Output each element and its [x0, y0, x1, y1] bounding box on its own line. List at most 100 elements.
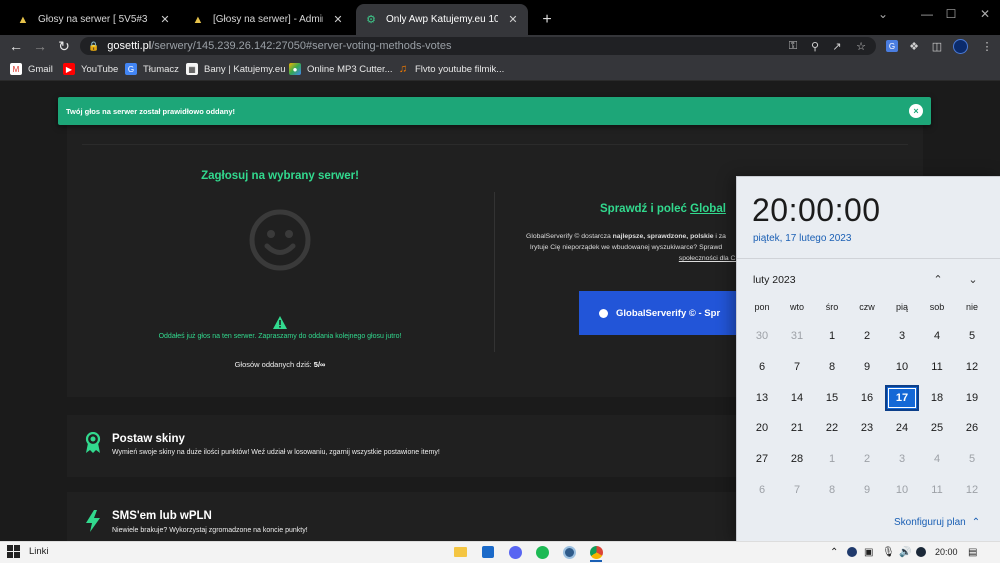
bookmark-bany[interactable]: ▦ Bany | Katujemy.eu [186, 62, 286, 76]
volume-icon[interactable]: 🔊 [899, 545, 911, 559]
calendar-day-today[interactable]: 17 [885, 385, 919, 411]
calendar-day[interactable]: 9 [850, 354, 884, 380]
calendar-month[interactable]: luty 2023 [753, 274, 796, 286]
calendar-day[interactable]: 11 [920, 477, 954, 503]
calendar-day[interactable]: 23 [850, 415, 884, 441]
mp3-cutter-icon: ● [289, 63, 301, 75]
address-bar[interactable]: 🔒 gosetti.pl /serwery/145.239.26.142:270… [80, 37, 876, 55]
calendar-day[interactable]: 26 [955, 415, 989, 441]
share-icon[interactable]: ↗ [828, 37, 846, 55]
windows-start-icon[interactable] [7, 545, 20, 558]
configure-plan-link[interactable]: Skonfiguruj plan ⌃ [894, 517, 980, 528]
votes-today-label: Głosów oddanych dziś: [234, 360, 312, 369]
calendar-day[interactable]: 1 [815, 323, 849, 349]
calendar-day[interactable]: 1 [815, 446, 849, 472]
reload-icon[interactable]: ↻ [54, 36, 74, 56]
ms-store-icon[interactable] [480, 544, 496, 560]
calendar-day[interactable]: 24 [885, 415, 919, 441]
bookmark-translate[interactable]: G Tłumacz [125, 62, 179, 76]
steam-tray-icon[interactable] [916, 545, 926, 559]
calendar-day[interactable]: 15 [815, 385, 849, 411]
browser-tab-2[interactable]: ▲ [Głosy na serwer] - Administracja ✕ [183, 4, 353, 35]
profile-avatar[interactable] [951, 37, 969, 55]
chevron-up-icon[interactable]: ⌃ [929, 270, 947, 288]
bell-icon: ▲ [17, 13, 29, 26]
calendar-day[interactable]: 2 [850, 323, 884, 349]
calendar-day[interactable]: 30 [745, 323, 779, 349]
calendar-day[interactable]: 2 [850, 446, 884, 472]
calendar-day[interactable]: 27 [745, 446, 779, 472]
bookmark-youtube[interactable]: ▶ YouTube [63, 62, 118, 76]
calendar-day[interactable]: 31 [780, 323, 814, 349]
calendar-day[interactable]: 14 [780, 385, 814, 411]
calendar-day[interactable]: 13 [745, 385, 779, 411]
calendar-day[interactable]: 5 [955, 446, 989, 472]
bookmark-mp3cutter[interactable]: ● Online MP3 Cutter... [289, 62, 393, 76]
bookmark-gmail[interactable]: M Gmail [10, 62, 53, 76]
calendar-day[interactable]: 12 [955, 477, 989, 503]
chevron-up-icon[interactable]: ⌃ [830, 545, 838, 559]
steam-like-icon[interactable] [561, 544, 577, 560]
success-alert: Twój głos na serwer został prawidłowo od… [58, 97, 931, 125]
discord-icon[interactable] [507, 544, 523, 560]
photo-tray-icon[interactable]: ▣ [864, 545, 873, 559]
chrome-icon[interactable] [588, 544, 604, 560]
forward-icon[interactable]: → [30, 36, 50, 56]
calendar-day[interactable]: 6 [745, 477, 779, 503]
extensions-icon[interactable]: ❖ [905, 37, 923, 55]
calendar-day[interactable]: 8 [815, 477, 849, 503]
calendar-day[interactable]: 16 [850, 385, 884, 411]
calendar-day[interactable]: 10 [885, 354, 919, 380]
links-toolbar-label[interactable]: Linki [29, 546, 49, 557]
calendar-day[interactable]: 20 [745, 415, 779, 441]
globalserverify-button[interactable]: GlobalServerify © - Spr [579, 291, 749, 335]
close-icon[interactable]: × [909, 104, 923, 118]
calendar-day[interactable]: 7 [780, 477, 814, 503]
calendar-day[interactable]: 11 [920, 354, 954, 380]
calendar-day[interactable]: 12 [955, 354, 989, 380]
app-tray-icon[interactable] [847, 545, 857, 559]
microphone-icon[interactable]: 🎙 [882, 545, 895, 559]
close-tab-icon[interactable]: ✕ [158, 13, 172, 26]
calendar-day[interactable]: 18 [920, 385, 954, 411]
file-explorer-icon[interactable] [452, 544, 468, 560]
close-icon[interactable]: ✕ [962, 0, 1000, 28]
clock-date[interactable]: piątek, 17 lutego 2023 [753, 233, 851, 244]
calendar-day[interactable]: 6 [745, 354, 779, 380]
gs-desc-link[interactable]: społeczności dla CS [679, 255, 740, 262]
bookmark-star-icon[interactable]: ☆ [852, 37, 870, 55]
new-tab-button[interactable]: + [533, 4, 561, 35]
calendar-day[interactable]: 10 [885, 477, 919, 503]
calendar-day[interactable]: 7 [780, 354, 814, 380]
calendar-day[interactable]: 28 [780, 446, 814, 472]
chevron-down-icon[interactable]: ⌄ [964, 270, 982, 288]
calendar-day[interactable]: 5 [955, 323, 989, 349]
calendar-day[interactable]: 3 [885, 323, 919, 349]
calendar-day[interactable]: 9 [850, 477, 884, 503]
calendar-day[interactable]: 19 [955, 385, 989, 411]
calendar-day[interactable]: 3 [885, 446, 919, 472]
browser-tab-3[interactable]: ⚙ Only Awp Katujemy.eu 10 Ammo ✕ [356, 4, 528, 35]
close-tab-icon[interactable]: ✕ [506, 13, 520, 26]
calendar-day[interactable]: 21 [780, 415, 814, 441]
menu-kebab-icon[interactable]: ⋮ [978, 37, 996, 55]
bookmark-flvto[interactable]: ♫ Flvto youtube filmik... [397, 62, 504, 76]
back-icon[interactable]: ← [6, 36, 26, 56]
zoom-icon[interactable]: ⚲ [806, 37, 824, 55]
gs-title-link[interactable]: Global [690, 203, 726, 215]
taskbar-clock[interactable]: 20:00 [935, 545, 958, 559]
weekday-header: pon [754, 302, 770, 312]
calendar-day[interactable]: 25 [920, 415, 954, 441]
notifications-icon[interactable]: ▤ [968, 545, 977, 559]
calendar-day[interactable]: 8 [815, 354, 849, 380]
close-tab-icon[interactable]: ✕ [331, 13, 345, 26]
chevron-down-icon[interactable]: ⌄ [860, 0, 906, 28]
calendar-day[interactable]: 22 [815, 415, 849, 441]
sidepanel-icon[interactable]: ◫ [928, 37, 946, 55]
translate-icon[interactable]: G [883, 37, 901, 55]
key-icon[interactable]: ⚿ [784, 37, 802, 55]
browser-tab-1[interactable]: ▲ Głosy na serwer [ 5V5#3 ] - Adm ✕ [8, 4, 180, 35]
calendar-day[interactable]: 4 [920, 446, 954, 472]
calendar-day[interactable]: 4 [920, 323, 954, 349]
spotify-icon[interactable] [534, 544, 550, 560]
